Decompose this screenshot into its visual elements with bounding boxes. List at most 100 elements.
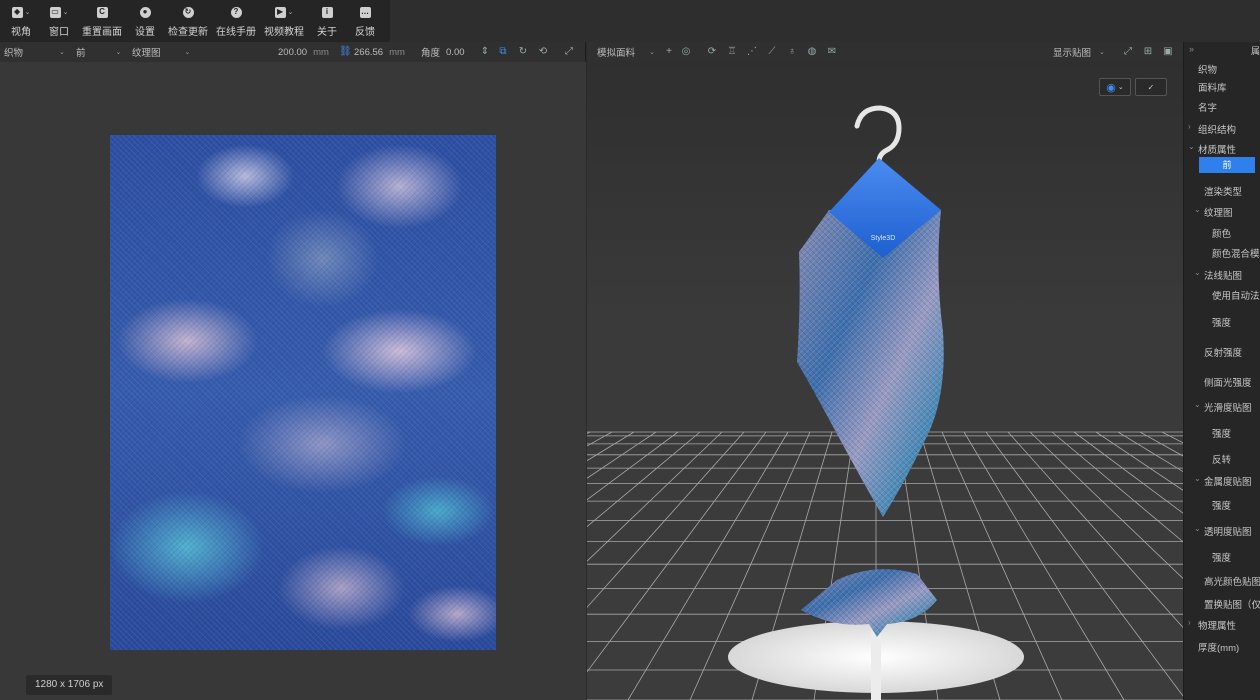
chevron-down-icon: ⌄ <box>62 9 69 16</box>
display-select[interactable]: 显示贴图 ⌄ <box>1053 45 1105 59</box>
settings-button[interactable]: ● 设置 <box>130 5 160 38</box>
viewport-scene: Style3D <box>587 105 1183 700</box>
toolbar-label: 视角 <box>11 27 31 38</box>
chevron-down-icon[interactable]: ⌄ <box>1194 205 1201 214</box>
toolbar-label: 关于 <box>317 27 337 38</box>
add-icon[interactable]: + <box>664 47 674 57</box>
copy-icon[interactable]: ⧉ <box>498 47 508 57</box>
main-toolbar: ◆ ⌄ 视角 ▭ ⌄ 窗口 C 重置画面 ● 设置 ↻ 检查更新? 在线手册 ▶ ⌄ 视频教程 i 关于… 反馈 <box>0 0 390 42</box>
rotate-cw-icon[interactable]: ↻ <box>518 47 528 57</box>
sidebar-row: 高光颜色贴图 <box>1184 574 1260 588</box>
camera-mode-button[interactable]: ◉ ⌄ <box>1099 78 1131 96</box>
toolbar-label: 在线手册 <box>216 27 256 38</box>
sidebar-row[interactable]: ⌄ 透明度贴图 <box>1184 524 1260 538</box>
chevron-down-icon[interactable]: ⌄ <box>1188 142 1195 151</box>
chevron-down-icon: ⌄ <box>115 49 122 56</box>
chevron-right-icon[interactable]: › <box>1188 618 1191 627</box>
sidebar-row: 反射强度 <box>1184 345 1260 359</box>
sidebar-row-label: 反转 <box>1212 455 1232 466</box>
fullscreen-icon[interactable]: ⤢ <box>564 47 574 57</box>
display-select-value: 显示贴图 <box>1053 48 1092 59</box>
grid-line-v <box>587 431 613 447</box>
light-bulb-icon[interactable]: ♁ <box>787 47 797 57</box>
gear-icon: ● <box>139 6 151 18</box>
online-manual-button[interactable]: ? 在线手册 <box>216 5 256 38</box>
texture-editor-panel[interactable]: 1280 x 1706 px <box>0 62 586 700</box>
help-icon: ? <box>230 6 242 18</box>
toolbar-label: 反馈 <box>355 27 375 38</box>
about-button[interactable]: i 关于 <box>312 5 342 38</box>
sidebar-row[interactable]: ⌄ 材质属性 <box>1184 142 1260 156</box>
sidebar-row-label: 置换贴图（仅 <box>1204 600 1260 611</box>
sidebar-side-front-button[interactable]: 前 <box>1199 157 1255 173</box>
sidebar-row-label: 反射强度 <box>1204 348 1243 359</box>
view-button[interactable]: ◆ ⌄ 视角 <box>6 5 36 38</box>
grid-line-v <box>587 431 745 608</box>
axis-toggle-button[interactable]: ✓ <box>1135 78 1167 96</box>
chevron-down-icon: ⌄ <box>24 9 31 16</box>
magic-wand-icon[interactable]: ⋰ <box>747 47 757 57</box>
material-ball-icon[interactable]: ◍ <box>807 47 817 57</box>
feedback-button[interactable]: … 反馈 <box>350 5 380 38</box>
link-icon[interactable]: ⛓ <box>339 47 352 57</box>
sidebar-row[interactable]: › 物理属性 <box>1184 618 1260 632</box>
check-update-button[interactable]: ↻ 检查更新 <box>168 5 208 38</box>
grid-line-v <box>587 431 679 501</box>
reset-view-button[interactable]: C 重置画面 <box>82 5 122 38</box>
chevron-down-icon[interactable]: ⌄ <box>1194 400 1201 409</box>
chat-icon: … <box>359 6 371 18</box>
sidebar-row-label: 强度 <box>1212 429 1232 440</box>
sidebar-row-label: 纹理图 <box>1204 208 1233 219</box>
grid-line-v <box>587 431 591 434</box>
side-select[interactable]: 前 ⌄ <box>76 45 121 59</box>
height-value: 266.56 <box>354 46 384 58</box>
collapse-icon[interactable]: » <box>1189 44 1194 54</box>
mode-select[interactable]: 模拟面料 ⌄ <box>597 45 655 59</box>
grid-line-v <box>1139 431 1183 457</box>
sidebar-row: 织物 <box>1184 62 1260 76</box>
chevron-down-icon[interactable]: ⌄ <box>1194 268 1201 277</box>
video-tutorial-button[interactable]: ▶ ⌄ 视频教程 <box>264 5 304 38</box>
sidebar-row[interactable]: ⌄ 法线贴图 <box>1184 268 1260 282</box>
zoom-icon[interactable]: ⊞ <box>1143 47 1153 57</box>
chevron-right-icon[interactable]: › <box>1188 122 1191 131</box>
chevron-down-icon: ⌄ <box>1099 49 1105 56</box>
angle-label: 角度 <box>421 48 441 59</box>
sidebar-row: 名字 <box>1184 100 1260 114</box>
sidebar-row-label: 材质属性 <box>1198 145 1237 156</box>
3d-viewport[interactable]: Style3D ◉ ⌄ ✓ <box>587 62 1183 700</box>
grid-line-v <box>587 431 657 479</box>
screenshot-icon[interactable]: ▣ <box>1163 47 1173 57</box>
sidebar-row[interactable]: ⌄ 纹理图 <box>1184 205 1260 219</box>
chevron-down-icon[interactable]: ⌄ <box>1194 474 1201 483</box>
grid-line-v <box>1007 431 1183 629</box>
fabric-texture-image[interactable] <box>110 135 496 650</box>
width-field[interactable]: 200.00 mm <box>278 47 329 58</box>
measure-icon[interactable]: ⟋ <box>767 47 777 57</box>
chevron-down-icon: ⌄ <box>287 9 294 16</box>
sync-icon[interactable]: ⟳ <box>707 47 717 57</box>
sidebar-row[interactable]: › 组织结构 <box>1184 122 1260 136</box>
angle-value: 0.00 <box>446 46 465 58</box>
grid-line-v <box>587 431 701 528</box>
fit-view-icon[interactable]: ⤢ <box>1123 47 1133 57</box>
toolbar-icon-row: ▭ ⌄ <box>49 5 69 19</box>
sidebar-row[interactable]: ⌄ 金属度贴图 <box>1184 474 1260 488</box>
map-select[interactable]: 纹理图 ⌄ <box>132 45 190 59</box>
window-button[interactable]: ▭ ⌄ 窗口 <box>44 5 74 38</box>
chevron-down-icon[interactable]: ⌄ <box>1194 524 1201 533</box>
refresh-icon: ↻ <box>182 6 194 18</box>
sidebar-row: 渲染类型 <box>1184 184 1260 198</box>
height-field[interactable]: 266.56 mm <box>354 47 405 58</box>
stepper-icon[interactable]: ⇕ <box>480 47 490 57</box>
sidebar-row: 置换贴图（仅 <box>1184 597 1260 611</box>
target-icon[interactable]: ◎ <box>681 47 691 57</box>
sidebar-tab-title[interactable]: 属 <box>1251 44 1260 57</box>
angle-field[interactable]: 角度 0.00 <box>421 45 465 60</box>
toolbar-label: 检查更新 <box>168 27 208 38</box>
shirt-icon[interactable]: ♖ <box>727 47 737 57</box>
fabric-select[interactable]: 织物 ⌄ <box>4 45 65 59</box>
sidebar-row[interactable]: ⌄ 光滑度贴图 <box>1184 400 1260 414</box>
image-icon[interactable]: ✉ <box>827 47 837 57</box>
reset-icon[interactable]: ⟲ <box>538 47 548 57</box>
